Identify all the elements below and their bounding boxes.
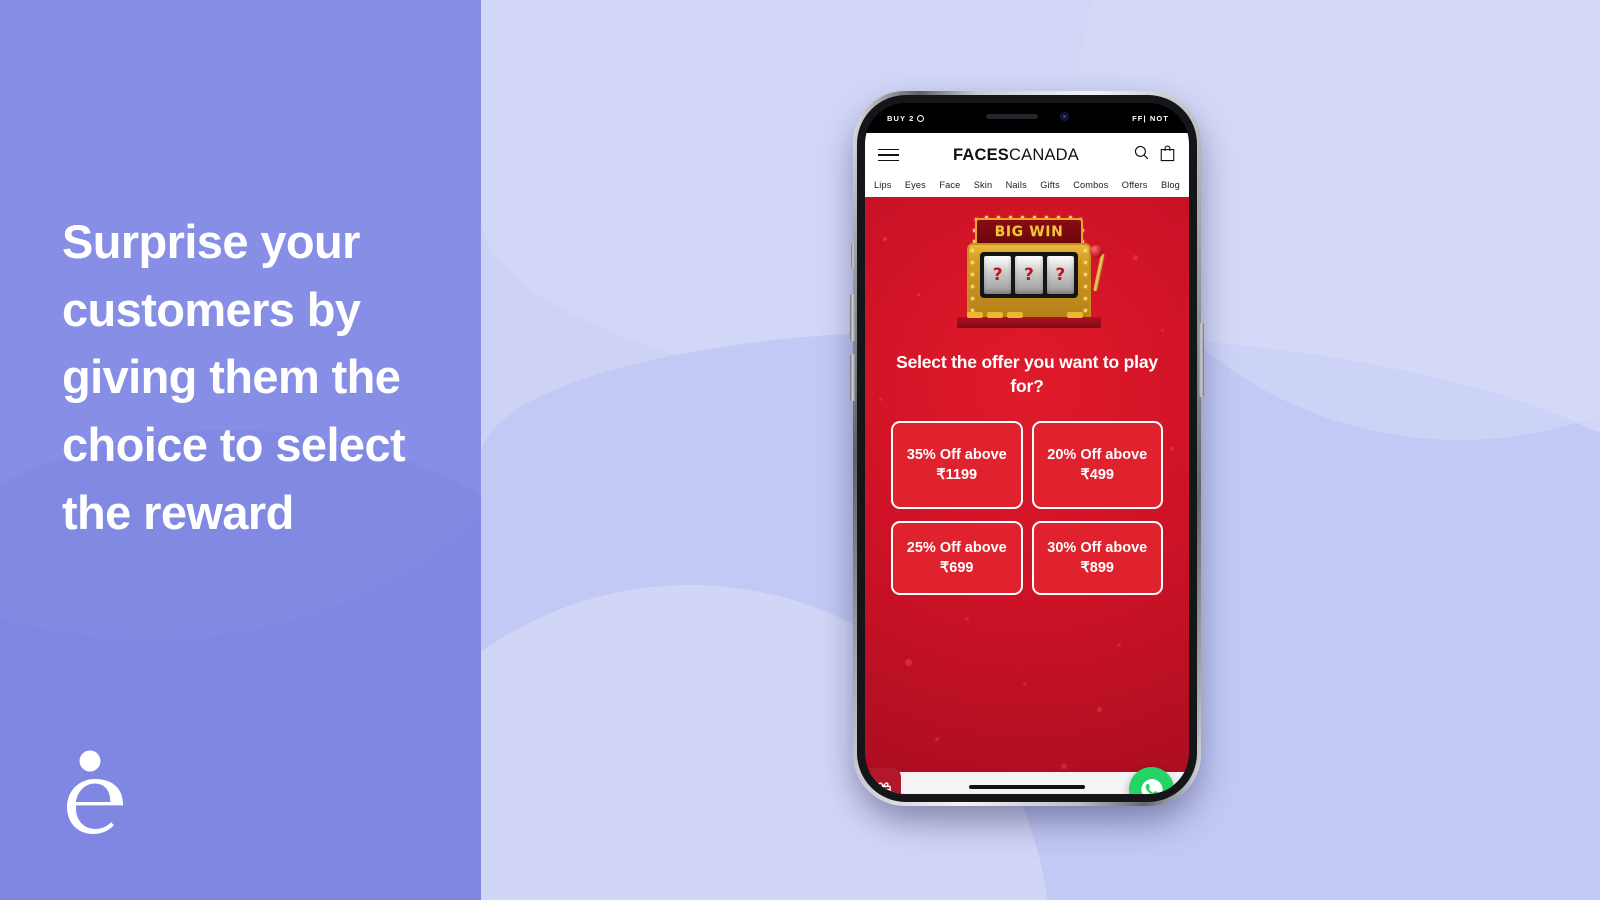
shopping-bag-icon[interactable] [1159, 144, 1176, 167]
nav-item-skin[interactable]: Skin [974, 180, 992, 190]
site-logo-regular: CANADA [1009, 145, 1079, 164]
status-bar-right: FF| NOT [1132, 114, 1169, 123]
at-symbol-icon [917, 115, 925, 122]
big-win-sign-text: BIG WIN [994, 224, 1064, 240]
header-icon-group [1133, 144, 1176, 167]
slot-machine-illustration: BIG WIN ? ? ? [951, 213, 1105, 333]
slot-lever-knob-icon[interactable] [1090, 245, 1103, 258]
e-brand-logo [60, 750, 130, 836]
nav-item-combos[interactable]: Combos [1073, 180, 1108, 190]
volume-up-button[interactable] [850, 294, 855, 341]
site-logo-bold: FACES [953, 145, 1010, 164]
page-title: Surprise your customers by giving them t… [62, 215, 406, 539]
offer-card-30-off[interactable]: 30% Off above ₹899 [1031, 520, 1163, 595]
phone-screen: BUY 2 FF| NOT FACESCANADA Lips Eyes Face… [865, 103, 1189, 794]
offer-card-35-off[interactable]: 35% Off above ₹1199 [891, 420, 1023, 509]
coin-icon [987, 312, 1003, 318]
slide-canvas: Surprise your customers by giving them t… [0, 0, 1600, 900]
site-header: FACESCANADA [865, 133, 1189, 177]
status-bar-left: BUY 2 [887, 113, 925, 123]
phone-notch [953, 103, 1101, 129]
slot-reel-2: ? [1015, 256, 1043, 294]
campaign-heading: Select the offer you want to play for? [896, 352, 1158, 396]
big-win-sign: BIG WIN [975, 218, 1083, 246]
slot-reel-1: ? [984, 256, 1012, 294]
status-bar-left-text: BUY 2 [887, 113, 915, 123]
campaign-screen: BIG WIN ? ? ? Select the offer you want … [865, 197, 1189, 794]
offer-grid: 35% Off above ₹1199 20% Off above ₹499 2… [891, 420, 1163, 595]
nav-item-eyes[interactable]: Eyes [905, 180, 926, 190]
power-button[interactable] [1199, 323, 1204, 397]
slot-reel-window: ? ? ? [980, 252, 1078, 298]
site-logo[interactable]: FACESCANADA [953, 146, 1079, 165]
phone-mockup: BUY 2 FF| NOT FACESCANADA Lips Eyes Face… [850, 91, 1204, 813]
offer-card-20-off[interactable]: 20% Off above ₹499 [1031, 420, 1163, 509]
coin-icon [1067, 312, 1083, 318]
offer-card-25-off[interactable]: 25% Off above ₹699 [891, 520, 1023, 595]
coin-icon [1007, 312, 1023, 318]
earpiece-speaker [985, 113, 1038, 119]
whatsapp-icon [1140, 778, 1163, 794]
search-icon[interactable] [1133, 144, 1150, 166]
nav-item-nails[interactable]: Nails [1006, 180, 1027, 190]
coin-icon [967, 312, 983, 318]
gift-rewards-tab[interactable] [865, 768, 901, 794]
slot-machine-cabinet: ? ? ? [967, 243, 1091, 319]
volume-down-button[interactable] [850, 354, 855, 401]
nav-item-gifts[interactable]: Gifts [1040, 180, 1060, 190]
slot-reel-3: ? [1046, 256, 1074, 294]
front-camera-icon [1059, 111, 1069, 121]
category-nav: Lips Eyes Face Skin Nails Gifts Combos O… [865, 177, 1189, 197]
slot-lever-arm[interactable] [1093, 253, 1105, 292]
mute-switch-button[interactable] [851, 243, 855, 268]
nav-item-offers[interactable]: Offers [1122, 180, 1148, 190]
nav-item-blog[interactable]: Blog [1161, 180, 1180, 190]
hamburger-menu-icon[interactable] [878, 148, 899, 162]
nav-item-lips[interactable]: Lips [874, 180, 891, 190]
slot-machine-base [957, 317, 1101, 328]
nav-item-face[interactable]: Face [939, 180, 960, 190]
status-bar-right-text: FF| NOT [1132, 113, 1169, 123]
